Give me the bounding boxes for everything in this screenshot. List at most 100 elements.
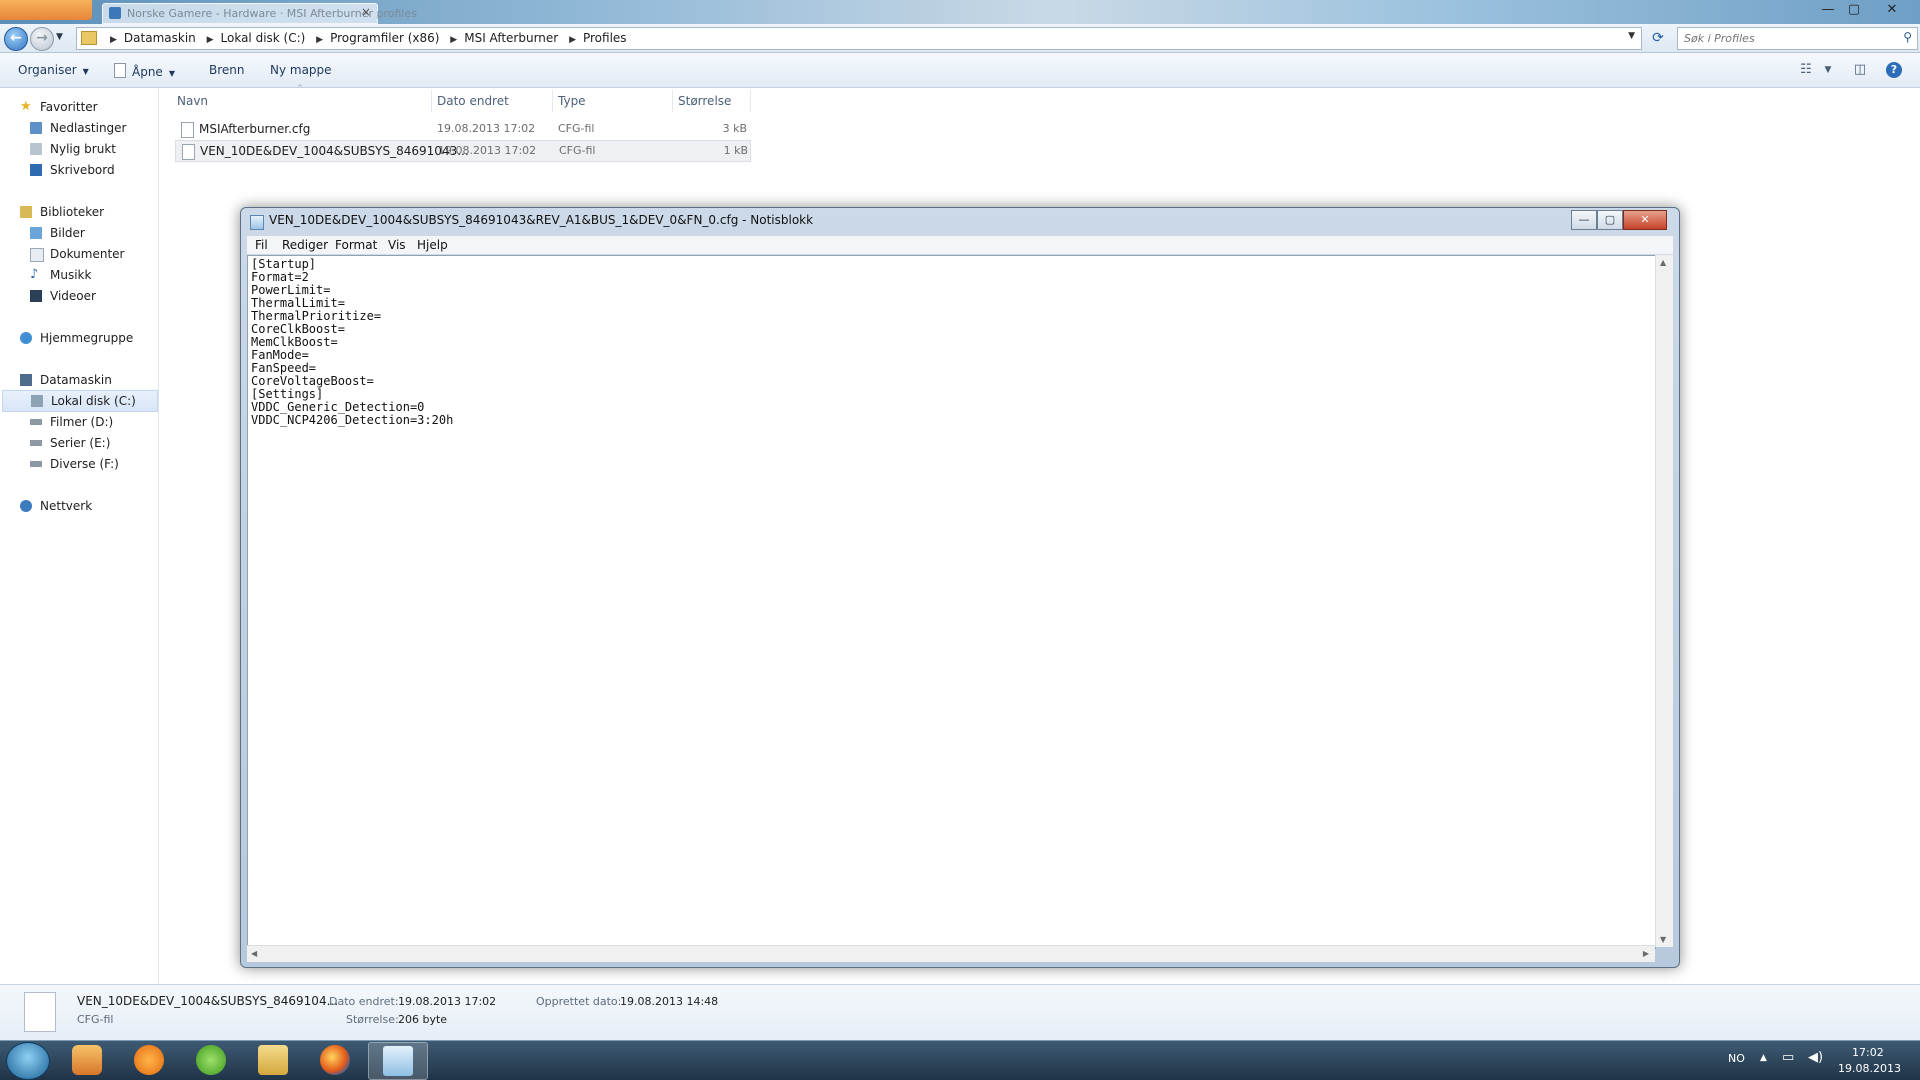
notepad-minimize-button[interactable]: — [1571, 210, 1597, 230]
details-size-value: 206 byte [398, 1013, 448, 1026]
browser-menu-button[interactable] [0, 0, 92, 20]
nav-pictures[interactable]: Bilder [0, 223, 158, 243]
column-divider[interactable] [672, 90, 673, 112]
search-box: ⚲ [1677, 27, 1918, 50]
menu-view[interactable]: Vis [388, 238, 406, 252]
notepad-text-area[interactable]: [Startup] Format=2 PowerLimit= ThermalLi… [247, 255, 1656, 949]
notepad-close-button[interactable]: ✕ [1623, 210, 1667, 230]
nav-desktop[interactable]: Skrivebord [0, 160, 158, 180]
column-size[interactable]: Størrelse [678, 94, 731, 108]
nav-libraries[interactable]: Biblioteker [0, 202, 158, 222]
file-row-selected[interactable]: VEN_10DE&DEV_1004&SUBSYS_84691043... 19.… [175, 140, 751, 162]
view-options-icon[interactable]: ☷ [1796, 61, 1816, 79]
nav-recent[interactable]: Nylig brukt [0, 139, 158, 159]
music-icon: ♪ [30, 267, 39, 282]
notepad-icon [383, 1046, 413, 1076]
notepad-menu-bar: Fil Rediger Format Vis Hjelp [247, 236, 1673, 255]
tab-close-icon[interactable]: × [361, 5, 371, 19]
column-date[interactable]: Dato endret [437, 94, 509, 108]
tray-expand-icon[interactable]: ▲ [1760, 1053, 1767, 1063]
taskbar-firefox[interactable] [306, 1042, 364, 1078]
nav-computer[interactable]: Datamaskin [0, 370, 158, 390]
taskbar-vlc[interactable] [120, 1042, 178, 1078]
nav-music[interactable]: ♪ Musikk [0, 265, 158, 285]
burn-button[interactable]: Brenn [209, 63, 245, 77]
menu-file[interactable]: Fil [255, 238, 268, 252]
file-row[interactable]: MSIAfterburner.cfg 19.08.2013 17:02 CFG-… [175, 119, 749, 139]
breadcrumb: ▶ Datamaskin ▶ Lokal disk (C:) ▶ Programfil… [110, 31, 627, 45]
videos-icon [30, 290, 42, 302]
scroll-down-icon[interactable]: ▼ [1660, 935, 1666, 944]
clock-date[interactable]: 19.08.2013 [1838, 1062, 1901, 1075]
taskbar-explorer[interactable] [244, 1042, 302, 1078]
notepad-maximize-button[interactable]: ▢ [1597, 210, 1623, 230]
preview-pane-icon[interactable]: ◫ [1850, 61, 1870, 79]
nav-drive-e[interactable]: Serier (E:) [0, 433, 158, 453]
volume-icon[interactable]: ◀) [1808, 1050, 1823, 1065]
new-folder-button[interactable]: Ny mappe [270, 63, 332, 77]
tab-title: Norske Gamere - Hardware · MSI Afterburn… [127, 7, 417, 20]
nav-favorites[interactable]: ★ Favoritter [0, 97, 158, 117]
nav-downloads[interactable]: Nedlastinger [0, 118, 158, 138]
scroll-up-icon[interactable]: ▲ [1660, 258, 1666, 267]
nav-videos[interactable]: Videoer [0, 286, 158, 306]
notepad-icon [250, 215, 264, 230]
search-icon[interactable]: ⚲ [1903, 30, 1912, 44]
clock-time[interactable]: 17:02 [1852, 1046, 1884, 1059]
menu-help[interactable]: Hjelp [417, 238, 448, 252]
close-button[interactable]: ✕ [1880, 2, 1904, 18]
start-button[interactable] [6, 1042, 50, 1080]
refresh-button[interactable]: ⟳ [1646, 28, 1670, 48]
taskbar-notepad[interactable] [368, 1042, 428, 1080]
menu-format[interactable]: Format [335, 238, 377, 252]
vertical-scrollbar[interactable]: ▲ ▼ [1655, 255, 1673, 947]
taskbar-media-player[interactable] [58, 1042, 116, 1078]
network-tray-icon[interactable]: ▭ [1782, 1050, 1794, 1065]
file-date: 19.08.2013 17:02 [437, 122, 536, 135]
scroll-right-icon[interactable]: ▶ [1643, 949, 1649, 958]
chevron-down-icon: ▼ [82, 67, 89, 76]
nav-drive-d[interactable]: Filmer (D:) [0, 412, 158, 432]
crumb-msi-afterburner[interactable]: MSI Afterburner [464, 31, 558, 45]
network-icon [20, 500, 32, 512]
crumb-local-disk[interactable]: Lokal disk (C:) [221, 31, 306, 45]
nav-documents[interactable]: Dokumenter [0, 244, 158, 264]
folder-icon [81, 31, 97, 45]
nav-network[interactable]: Nettverk [0, 496, 158, 516]
column-divider[interactable] [552, 90, 553, 112]
forward-button[interactable]: → [30, 27, 54, 51]
horizontal-scrollbar[interactable]: ◀ ▶ [247, 945, 1655, 962]
column-divider[interactable] [750, 90, 751, 112]
view-dropdown-icon[interactable]: ▼ [1818, 61, 1838, 79]
language-indicator[interactable]: NO [1728, 1052, 1745, 1065]
browser-tab[interactable]: Norske Gamere - Hardware · MSI Afterburn… [102, 3, 417, 24]
help-button[interactable]: ? [1886, 62, 1906, 80]
organize-label: Organiser [18, 63, 77, 77]
nav-homegroup[interactable]: Hjemmegruppe [0, 328, 158, 348]
nav-drive-f[interactable]: Diverse (F:) [0, 454, 158, 474]
crumb-profiles[interactable]: Profiles [583, 31, 627, 45]
file-size: 3 kB [722, 122, 747, 135]
downloads-icon [30, 122, 42, 134]
search-input[interactable] [1682, 30, 1886, 47]
column-divider[interactable] [431, 90, 432, 112]
crumb-computer[interactable]: Datamaskin [124, 31, 196, 45]
taskbar-utorrent[interactable] [182, 1042, 240, 1078]
maximize-button[interactable]: ▢ [1842, 2, 1866, 18]
scroll-left-icon[interactable]: ◀ [251, 949, 257, 958]
address-bar[interactable]: ▶ Datamaskin ▶ Lokal disk (C:) ▶ Programfil… [76, 27, 1642, 50]
column-name[interactable]: Navn [177, 94, 208, 108]
nav-local-disk-c[interactable]: Lokal disk (C:) [2, 390, 158, 412]
navigation-pane: ★ Favoritter Nedlastinger Nylig brukt Skr… [0, 88, 159, 984]
menu-edit[interactable]: Rediger [282, 238, 328, 252]
notepad-window[interactable]: VEN_10DE&DEV_1004&SUBSYS_84691043&REV_A1… [240, 207, 1680, 968]
minimize-button[interactable]: — [1816, 2, 1840, 18]
back-button[interactable]: ← [4, 27, 28, 51]
organize-button[interactable]: Organiser ▼ [18, 63, 89, 77]
history-dropdown-icon[interactable]: ▼ [56, 32, 63, 42]
crumb-program-files[interactable]: Programfiler (x86) [330, 31, 439, 45]
address-dropdown-icon[interactable]: ▼ [1628, 31, 1635, 41]
help-icon: ? [1886, 62, 1902, 78]
open-button[interactable]: Åpne ▼ [114, 63, 175, 79]
column-type[interactable]: Type [558, 94, 586, 108]
